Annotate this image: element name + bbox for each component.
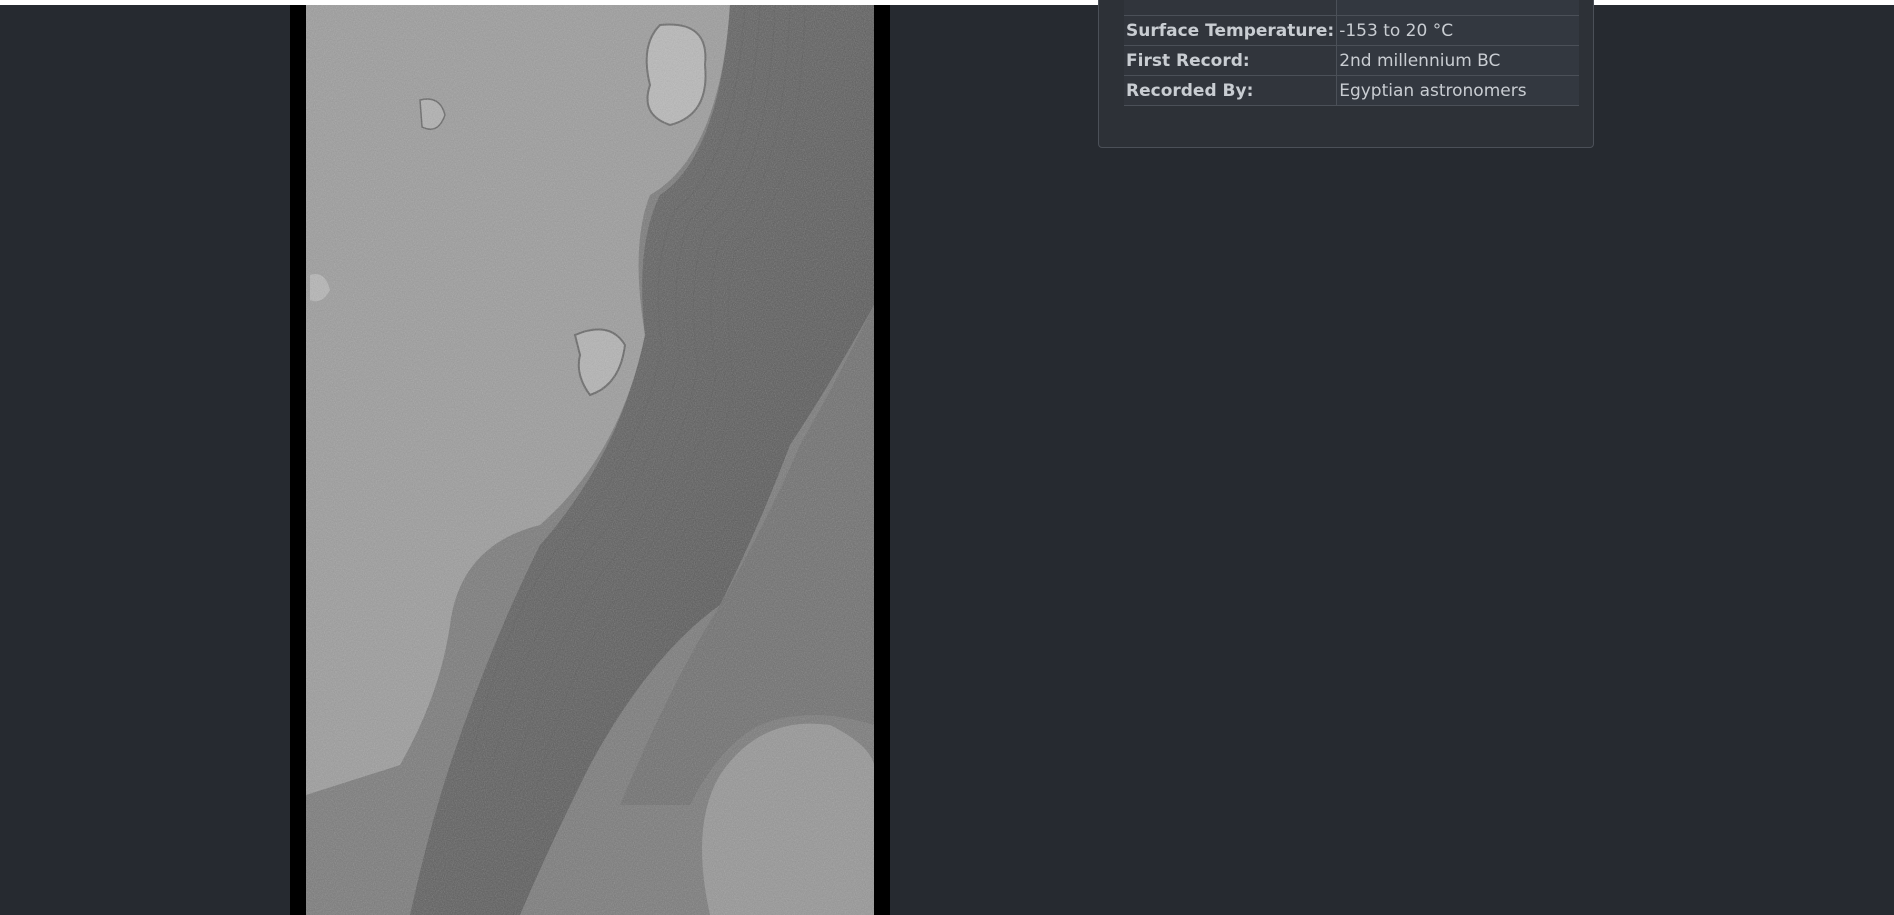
info-card: Surface Temperature: -153 to 20 °C First… [1098, 0, 1594, 148]
surface-temperature-value: -153 to 20 °C [1336, 15, 1580, 46]
surface-image [290, 5, 890, 915]
surface-temperature-label: Surface Temperature: [1124, 15, 1337, 46]
top-strip [0, 0, 1894, 5]
row-value [1336, 0, 1580, 16]
first-record-label: First Record: [1124, 45, 1337, 76]
recorded-by-label: Recorded By: [1124, 75, 1337, 106]
recorded-by-value: Egyptian astronomers [1336, 75, 1580, 106]
table-row: Surface Temperature: -153 to 20 °C [1124, 15, 1580, 46]
row-label [1124, 0, 1337, 16]
table-row: Recorded By: Egyptian astronomers [1124, 75, 1580, 106]
surface-image-graphic [290, 5, 890, 915]
info-table: Surface Temperature: -153 to 20 °C First… [1124, 0, 1580, 106]
table-row [1124, 0, 1580, 16]
first-record-value: 2nd millennium BC [1336, 45, 1580, 76]
table-row: First Record: 2nd millennium BC [1124, 45, 1580, 76]
